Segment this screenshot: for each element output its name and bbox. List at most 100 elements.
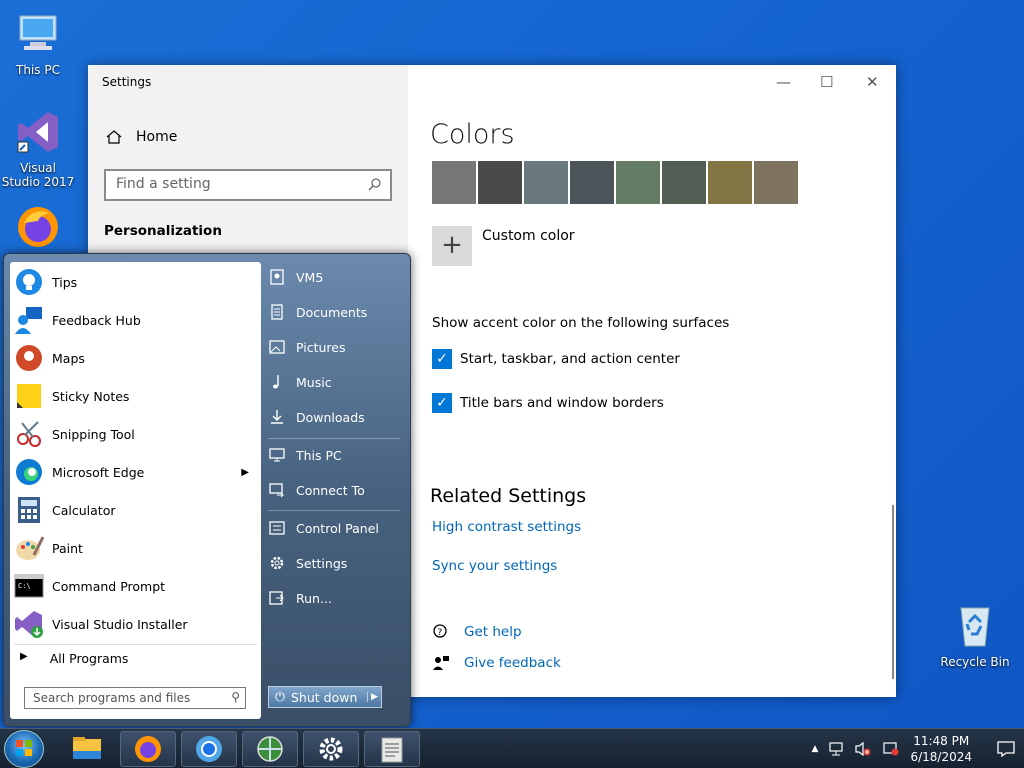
edge-icon [16, 459, 42, 485]
home-label: Home [136, 129, 178, 145]
program-microsoft-edge[interactable]: Microsoft Edge ▶ [14, 454, 257, 490]
start-item-run[interactable]: Run... [268, 589, 406, 607]
find-setting-input[interactable]: Find a setting [104, 169, 392, 201]
start-item-label: Pictures [296, 339, 346, 355]
firefox-icon [18, 207, 58, 247]
taskbar-document-app[interactable] [364, 731, 420, 767]
start-search-placeholder: Search programs and files [33, 691, 191, 705]
start-button[interactable] [4, 730, 44, 768]
taskbar-file-explorer[interactable] [59, 731, 115, 767]
sync-settings-link[interactable]: Sync your settings [432, 558, 557, 574]
start-item-label: Downloads [296, 409, 365, 425]
start-item-settings[interactable]: Settings [268, 554, 406, 572]
shutdown-button[interactable]: ⏻ Shut down ▶ [268, 686, 382, 708]
program-tips[interactable]: Tips [14, 264, 257, 300]
taskbar-settings[interactable] [303, 731, 359, 767]
documents-icon [271, 304, 283, 320]
clock[interactable]: 11:48 PM 6/18/2024 [910, 733, 972, 765]
action-flag-icon[interactable] [882, 741, 900, 757]
shutdown-options-arrow[interactable]: ▶ [367, 692, 381, 702]
color-swatch[interactable] [662, 161, 706, 204]
program-label: Calculator [52, 502, 116, 518]
program-paint[interactable]: Paint [14, 530, 257, 566]
section-heading: Personalization [104, 223, 222, 239]
desktop-icon-this-pc[interactable]: This PC [0, 10, 76, 77]
visual-studio-icon [17, 112, 58, 153]
start-item-label: Connect To [296, 482, 365, 498]
start-item-control-panel[interactable]: Control Panel [268, 519, 406, 537]
get-help-label: Get help [464, 624, 522, 640]
scrollbar[interactable] [892, 505, 894, 679]
give-feedback-label: Give feedback [464, 655, 561, 671]
desktop-icon-firefox[interactable] [0, 203, 76, 256]
start-item-label: This PC [296, 447, 342, 463]
checkbox-title-bars[interactable]: ✓ Title bars and window borders [432, 393, 664, 413]
checkbox-checked[interactable]: ✓ [432, 393, 452, 413]
folder-icon [73, 737, 101, 759]
high-contrast-link[interactable]: High contrast settings [432, 519, 581, 535]
program-calculator[interactable]: Calculator [14, 492, 257, 528]
tips-icon [16, 269, 42, 295]
all-programs-label: All Programs [49, 651, 129, 666]
desktop-icon-recycle-bin[interactable]: Recycle Bin [937, 602, 1013, 669]
program-feedback-hub[interactable]: Feedback Hub [14, 302, 257, 338]
program-maps[interactable]: Maps [14, 340, 257, 376]
desktop-icon-label: Visual Studio 2017 [1, 161, 75, 189]
checkbox-checked[interactable]: ✓ [432, 349, 452, 369]
volume-muted-icon[interactable] [854, 741, 872, 757]
computer-icon [269, 448, 285, 462]
taskbar-chrome[interactable] [181, 731, 237, 767]
divider [268, 438, 400, 439]
color-swatch[interactable] [432, 161, 476, 204]
power-icon: ⏻ [275, 689, 285, 704]
program-label: Maps [52, 350, 85, 366]
program-snipping-tool[interactable]: Snipping Tool [14, 416, 257, 452]
divider [14, 644, 257, 645]
recycle-bin-icon [960, 607, 990, 647]
color-swatch[interactable] [570, 161, 614, 204]
start-item-documents[interactable]: Documents [268, 303, 406, 321]
network-icon[interactable] [828, 741, 844, 757]
music-icon [273, 375, 279, 389]
clock-date: 6/18/2024 [910, 750, 972, 764]
taskbar: ▲ 11:48 PM 6/18/2024 [0, 728, 1024, 768]
get-help-link[interactable]: ? Get help [432, 624, 522, 640]
vs-installer-icon [15, 611, 43, 638]
gear-icon [319, 737, 343, 761]
taskbar-network-app[interactable] [242, 731, 298, 767]
program-label: Command Prompt [52, 578, 166, 594]
start-item-this-pc[interactable]: This PC [268, 446, 406, 464]
color-swatch[interactable] [478, 161, 522, 204]
page-title: Colors [430, 119, 515, 150]
start-item-downloads[interactable]: Downloads [268, 408, 406, 426]
program-vs-installer[interactable]: Visual Studio Installer [14, 606, 257, 642]
start-item-label: Music [296, 374, 332, 390]
home-icon [106, 130, 122, 144]
desktop-icon-label: Recycle Bin [940, 655, 1010, 669]
custom-color-label[interactable]: Custom color [482, 228, 575, 244]
program-sticky-notes[interactable]: Sticky Notes [14, 378, 257, 414]
custom-color-button[interactable]: + [432, 226, 472, 266]
color-swatch[interactable] [754, 161, 798, 204]
shutdown-label: Shut down [291, 689, 358, 705]
start-item-connect-to[interactable]: Connect To [268, 481, 406, 499]
color-swatch[interactable] [524, 161, 568, 204]
show-hidden-icons-button[interactable]: ▲ [812, 744, 819, 754]
taskbar-firefox[interactable] [120, 731, 176, 767]
give-feedback-link[interactable]: Give feedback [432, 655, 561, 671]
desktop-icon-visual-studio[interactable]: Visual Studio 2017 [0, 108, 76, 189]
chrome-icon [196, 736, 222, 762]
window-title: Settings [102, 75, 152, 89]
program-command-prompt[interactable]: C:\ Command Prompt [14, 568, 257, 604]
color-swatch[interactable] [708, 161, 752, 204]
notification-center-icon[interactable] [996, 740, 1016, 758]
all-programs-button[interactable]: ▶ All Programs [20, 651, 128, 666]
checkbox-start-taskbar[interactable]: ✓ Start, taskbar, and action center [432, 349, 680, 369]
start-item-music[interactable]: Music [268, 373, 406, 391]
checkbox-label: Title bars and window borders [460, 395, 664, 411]
color-swatch[interactable] [616, 161, 660, 204]
start-search-input[interactable]: Search programs and files ⚲ [24, 687, 246, 709]
start-item-vm5[interactable]: VM5 [268, 268, 406, 286]
home-nav-item[interactable]: Home [106, 129, 177, 145]
start-item-pictures[interactable]: Pictures [268, 338, 406, 356]
